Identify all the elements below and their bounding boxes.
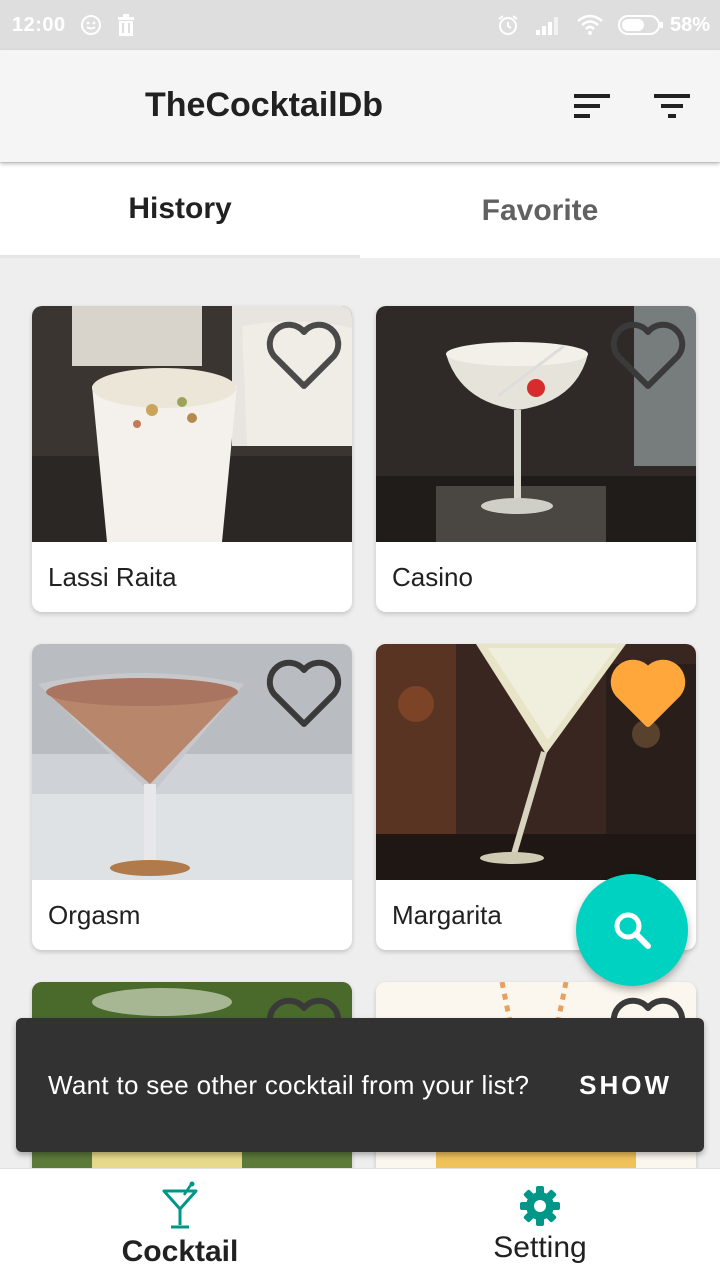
- alarm-icon: [496, 13, 520, 37]
- nav-label-setting: Setting: [493, 1231, 587, 1264]
- status-bar: 12:00 58%: [0, 0, 720, 50]
- favorite-toggle-button[interactable]: [262, 652, 346, 732]
- heart-outline-icon: [610, 321, 686, 389]
- gear-icon: [520, 1186, 560, 1226]
- bottom-navigation: Cocktail Setting: [0, 1168, 720, 1280]
- nav-item-cocktail[interactable]: Cocktail: [0, 1169, 360, 1280]
- app-bar: TheCocktailDb: [0, 50, 720, 162]
- nav-label-cocktail: Cocktail: [121, 1235, 239, 1268]
- search-fab-button[interactable]: [576, 874, 688, 986]
- battery-icon: [617, 14, 664, 36]
- snackbar: Want to see other cocktail from your lis…: [16, 1018, 704, 1152]
- cocktail-card-lassi-raita[interactable]: Lassi Raita: [32, 306, 352, 612]
- tab-bar: History Favorite: [0, 163, 720, 258]
- cocktail-card-orgasm[interactable]: Orgasm: [32, 644, 352, 950]
- heart-filled-icon: [610, 659, 686, 727]
- nav-item-setting[interactable]: Setting: [360, 1169, 720, 1280]
- wifi-icon: [576, 14, 604, 36]
- heart-outline-icon: [266, 659, 342, 727]
- cocktail-name: Orgasm: [48, 900, 141, 930]
- status-time: 12:00: [12, 13, 66, 36]
- snackbar-show-button[interactable]: SHOW: [579, 1070, 672, 1101]
- trash-icon: [116, 14, 136, 36]
- filter-icon: [654, 94, 690, 118]
- sort-button[interactable]: [570, 86, 614, 126]
- search-icon: [614, 912, 651, 949]
- cocktail-icon: [162, 1181, 198, 1229]
- app-title: TheCocktailDb: [145, 86, 384, 124]
- tab-history[interactable]: History: [0, 163, 360, 258]
- tab-favorite[interactable]: Favorite: [360, 163, 720, 258]
- favorite-toggle-button[interactable]: [262, 314, 346, 394]
- favorite-toggle-button[interactable]: [606, 314, 690, 394]
- sort-icon: [574, 94, 610, 118]
- cocktail-name: Margarita: [392, 900, 502, 930]
- snackbar-message: Want to see other cocktail from your lis…: [48, 1069, 530, 1100]
- filter-button[interactable]: [650, 86, 694, 126]
- favorite-toggle-button[interactable]: [606, 652, 690, 732]
- cocktail-name: Lassi Raita: [48, 562, 177, 592]
- cocktail-card-casino[interactable]: Casino: [376, 306, 696, 612]
- cocktail-name: Casino: [392, 562, 473, 592]
- battery-percentage: 58%: [669, 13, 710, 36]
- signal-icon: [534, 14, 562, 36]
- heart-outline-icon: [266, 321, 342, 389]
- smiley-icon: [80, 14, 102, 36]
